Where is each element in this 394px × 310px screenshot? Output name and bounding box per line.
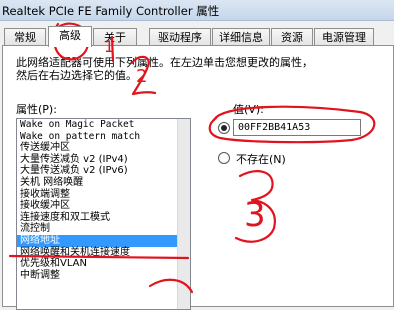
list-item[interactable]: 流控制	[17, 223, 190, 235]
tab-driver[interactable]: 驱动程序	[149, 28, 211, 46]
tab-general[interactable]: 常规	[4, 28, 46, 46]
list-item[interactable]: Wake on Magic Packet	[17, 119, 190, 131]
description: 此网络适配器可使用下列属性。在左边单击您想更改的属性， 然后在右边选择它的值。	[16, 56, 313, 82]
description-line-1: 此网络适配器可使用下列属性。在左边单击您想更改的属性，	[16, 56, 313, 69]
list-item[interactable]: 接收缓冲区	[17, 200, 190, 212]
value-label: 值(V):	[233, 103, 264, 116]
list-item[interactable]: 优先级和VLAN	[17, 258, 190, 270]
description-line-2: 然后在右边选择它的值。	[16, 69, 137, 82]
list-item[interactable]: 接收端调整	[17, 189, 190, 201]
list-item[interactable]: 传送缓冲区	[17, 142, 190, 154]
tab-resources[interactable]: 资源	[271, 28, 313, 46]
value-input[interactable]	[233, 119, 361, 136]
property-label: 属性(P):	[16, 103, 57, 116]
not-present-radio[interactable]	[218, 152, 230, 164]
list-item[interactable]: 关机 网络唤醒	[17, 177, 190, 189]
not-present-label: 不存在(N)	[236, 153, 286, 166]
tab-advanced[interactable]: 高级	[48, 26, 92, 47]
list-item[interactable]: 连接速度和双工模式	[17, 212, 190, 224]
title-bar: Realtek PCIe FE Family Controller 属性	[0, 0, 394, 21]
tab-power-management[interactable]: 电源管理	[314, 28, 374, 46]
value-radio[interactable]	[218, 122, 230, 134]
list-item[interactable]: 大量传送减负 v2 (IPv6)	[17, 165, 190, 177]
property-listbox[interactable]: Wake on Magic Packet Wake on pattern mat…	[16, 118, 191, 310]
list-scrollbar[interactable]	[177, 119, 190, 309]
list-item-selected[interactable]: 网络地址	[17, 234, 190, 247]
list-item[interactable]: Wake on pattern match	[17, 131, 190, 143]
tab-about[interactable]: 关于	[93, 28, 137, 46]
list-item[interactable]: 网络唤醒和关机连接速度	[17, 247, 190, 259]
list-item[interactable]: 大量传送减负 v2 (IPv4)	[17, 154, 190, 166]
window-title: Realtek PCIe FE Family Controller 属性	[2, 4, 220, 18]
tab-details[interactable]: 详细信息	[212, 28, 270, 46]
list-item[interactable]: 中断调整	[17, 270, 190, 282]
tab-strip: 常规 高级 关于 驱动程序 详细信息 资源 电源管理	[0, 26, 394, 47]
